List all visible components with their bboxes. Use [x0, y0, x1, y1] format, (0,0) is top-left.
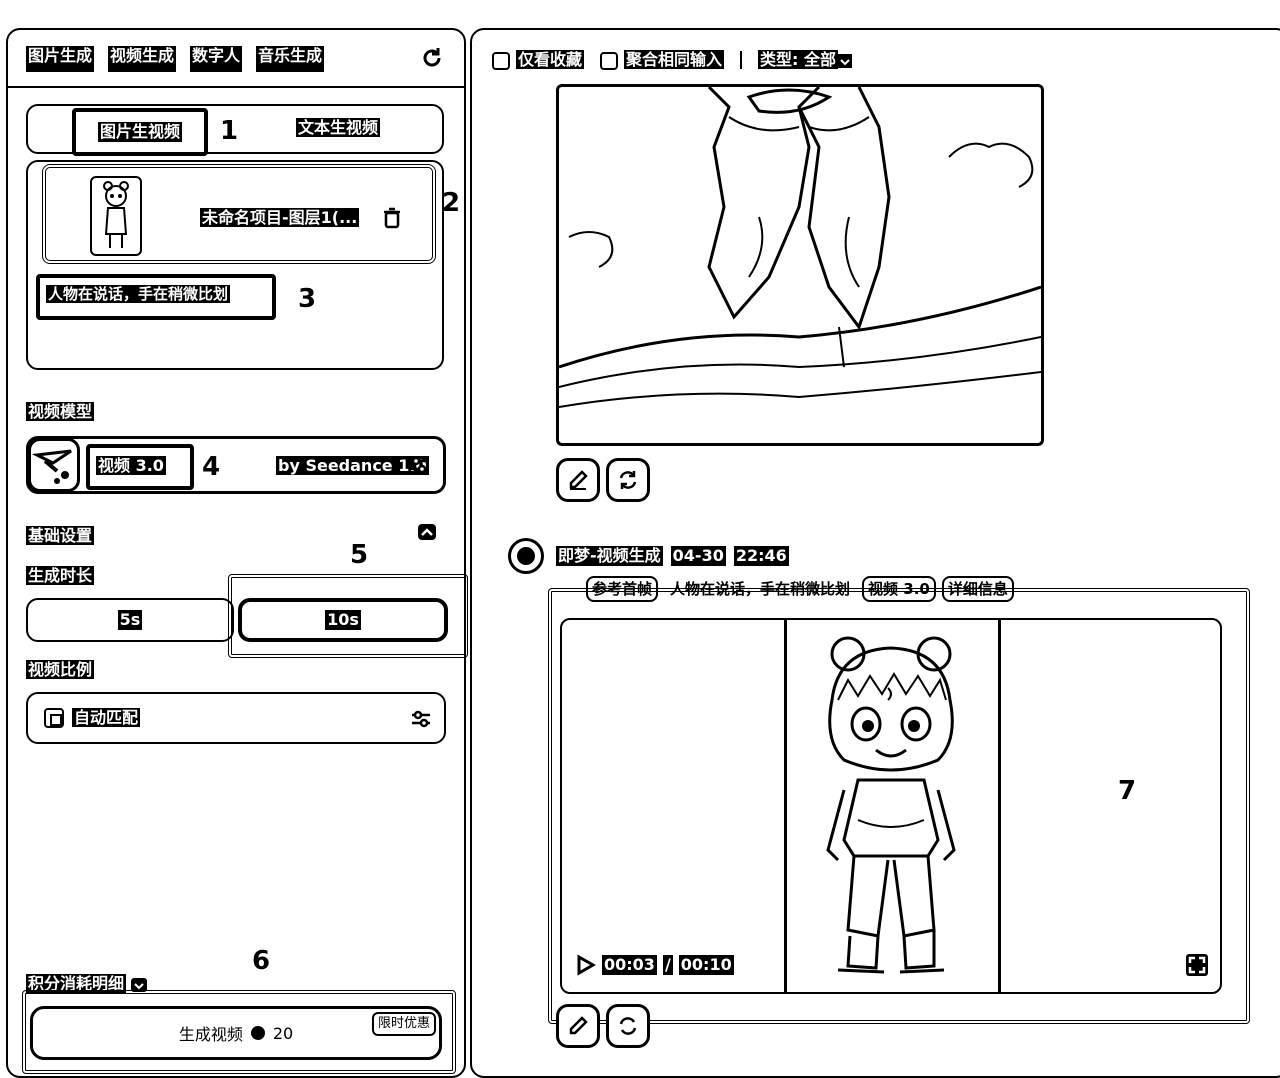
tab-divider — [8, 86, 464, 88]
points-coin-icon — [250, 1026, 265, 1040]
record-avatar-icon — [508, 538, 544, 574]
prompt-text: 人物在说话，手在稍微比划 — [46, 285, 231, 303]
record-date: 04-30 — [670, 546, 726, 566]
duration-10s-label: 10s — [325, 610, 361, 630]
promo-badge-text: 限时优惠 — [378, 1016, 431, 1031]
regenerate-icon[interactable] — [606, 458, 650, 502]
uploaded-name: 未命名项目-图层1(... — [200, 208, 360, 228]
tab-digital-human[interactable]: 数字人 — [190, 46, 243, 72]
ratio-label: 视频比例 — [26, 660, 95, 680]
chevron-down-icon — [838, 53, 853, 68]
filter-divider — [740, 51, 743, 69]
fullscreen-icon[interactable] — [1186, 954, 1208, 976]
generate-label: 生成视频 — [178, 1025, 243, 1044]
video-letterbox-left — [562, 620, 787, 992]
edit-icon[interactable] — [556, 458, 600, 502]
tab-video-gen[interactable]: 视频生成 — [108, 46, 177, 72]
model-section-label: 视频模型 — [26, 402, 95, 422]
favorites-checkbox[interactable] — [492, 51, 510, 70]
ratio-settings-icon[interactable] — [410, 708, 432, 730]
duration-label-text: 生成时长 — [26, 566, 95, 585]
basic-settings-label: 基础设置 — [26, 526, 95, 546]
marker-7: 7 — [1118, 776, 1136, 806]
promo-badge: 限时优惠 — [372, 1012, 437, 1036]
record-time: 22:46 — [733, 546, 789, 566]
video-total-time: 00:10 — [678, 955, 734, 975]
video-frame-character — [826, 636, 956, 974]
ratio-value: 自动匹配 — [72, 708, 141, 728]
mode-tab-text-to-video[interactable]: 文本生视频 — [296, 118, 381, 138]
marker-1: 1 — [220, 116, 238, 146]
type-filter-label: 类型: 全部 — [758, 50, 839, 69]
video-player[interactable]: 00:03 / 00:10 — [560, 618, 1222, 994]
settings-sliders-icon[interactable] — [408, 454, 430, 476]
refresh-icon[interactable] — [420, 46, 444, 70]
chevron-up-icon[interactable] — [418, 524, 436, 540]
marker-3-text: 3 — [298, 284, 317, 314]
model-provider: by Seedance 1.0 — [276, 456, 429, 476]
uploaded-name-text: 未命名项目-图层1(... — [200, 208, 360, 227]
model-name-box: 视频 3.0 — [86, 444, 194, 490]
play-icon[interactable] — [574, 954, 597, 976]
marker-5-text: 5 — [350, 540, 369, 570]
video-letterbox-right — [998, 620, 1220, 992]
marker-1-text: 1 — [220, 116, 239, 146]
favorites-filter[interactable]: 仅看收藏 — [492, 50, 585, 70]
video-time-separator: / — [662, 955, 673, 975]
merge-checkbox[interactable] — [600, 51, 619, 70]
regenerate-icon-lower[interactable] — [606, 1004, 650, 1048]
marker-4: 4 — [202, 452, 220, 482]
duration-option-10s[interactable]: 10s — [238, 598, 448, 642]
mode-tab-image-to-video-label: 图片生视频 — [97, 122, 182, 142]
prompt-input[interactable]: 人物在说话，手在稍微比划 — [36, 274, 276, 320]
basic-settings-label-text: 基础设置 — [26, 526, 95, 545]
merge-filter-label: 聚合相同输入 — [624, 50, 725, 69]
model-logo-icon — [28, 438, 80, 492]
edit-icon-lower[interactable] — [556, 1004, 600, 1048]
video-current-time: 00:03 — [602, 955, 657, 975]
video-controls: 00:03 / 00:10 — [574, 954, 734, 976]
marker-5: 5 — [350, 540, 368, 570]
ratio-value-text: 自动匹配 — [72, 708, 141, 727]
favorites-filter-label: 仅看收藏 — [516, 50, 585, 69]
filter-bar: 仅看收藏 聚合相同输入 类型: 全部 — [492, 48, 853, 72]
auto-ratio-icon — [44, 708, 64, 728]
previous-video-thumbnail[interactable] — [556, 84, 1044, 446]
marker-7-text: 7 — [1118, 776, 1137, 806]
record-header: 即梦-视频生成 04-30 22:46 — [556, 546, 789, 566]
model-section-label-text: 视频模型 — [26, 402, 95, 421]
merge-filter[interactable]: 聚合相同输入 — [600, 50, 725, 70]
marker-6-text: 6 — [252, 946, 271, 976]
marker-2-text: 2 — [442, 188, 461, 218]
record-title: 即梦-视频生成 — [556, 546, 663, 566]
duration-label: 生成时长 — [26, 566, 95, 586]
marker-4-text: 4 — [202, 452, 221, 482]
duration-5s-label: 5s — [117, 610, 143, 630]
tab-music-gen[interactable]: 音乐生成 — [256, 46, 325, 72]
trash-icon[interactable] — [382, 207, 402, 229]
marker-6: 6 — [252, 946, 270, 976]
uploaded-thumbnail — [90, 176, 142, 256]
model-name: 视频 3.0 — [96, 456, 166, 475]
marker-2: 2 — [442, 188, 460, 218]
mode-tab-image-to-video[interactable]: 图片生视频 — [72, 108, 208, 156]
model-provider-text: by Seedance 1.0 — [276, 456, 429, 475]
ratio-label-text: 视频比例 — [26, 660, 95, 679]
duration-option-5s[interactable]: 5s — [26, 598, 234, 642]
top-tabs: 图片生成 视频生成 数字人 音乐生成 — [26, 46, 325, 72]
marker-3: 3 — [298, 284, 316, 314]
type-filter[interactable]: 类型: 全部 — [758, 50, 853, 70]
mode-tab-text-to-video-label: 文本生视频 — [296, 118, 381, 137]
tab-image-gen[interactable]: 图片生成 — [26, 46, 95, 72]
generate-cost: 20 — [272, 1023, 294, 1043]
